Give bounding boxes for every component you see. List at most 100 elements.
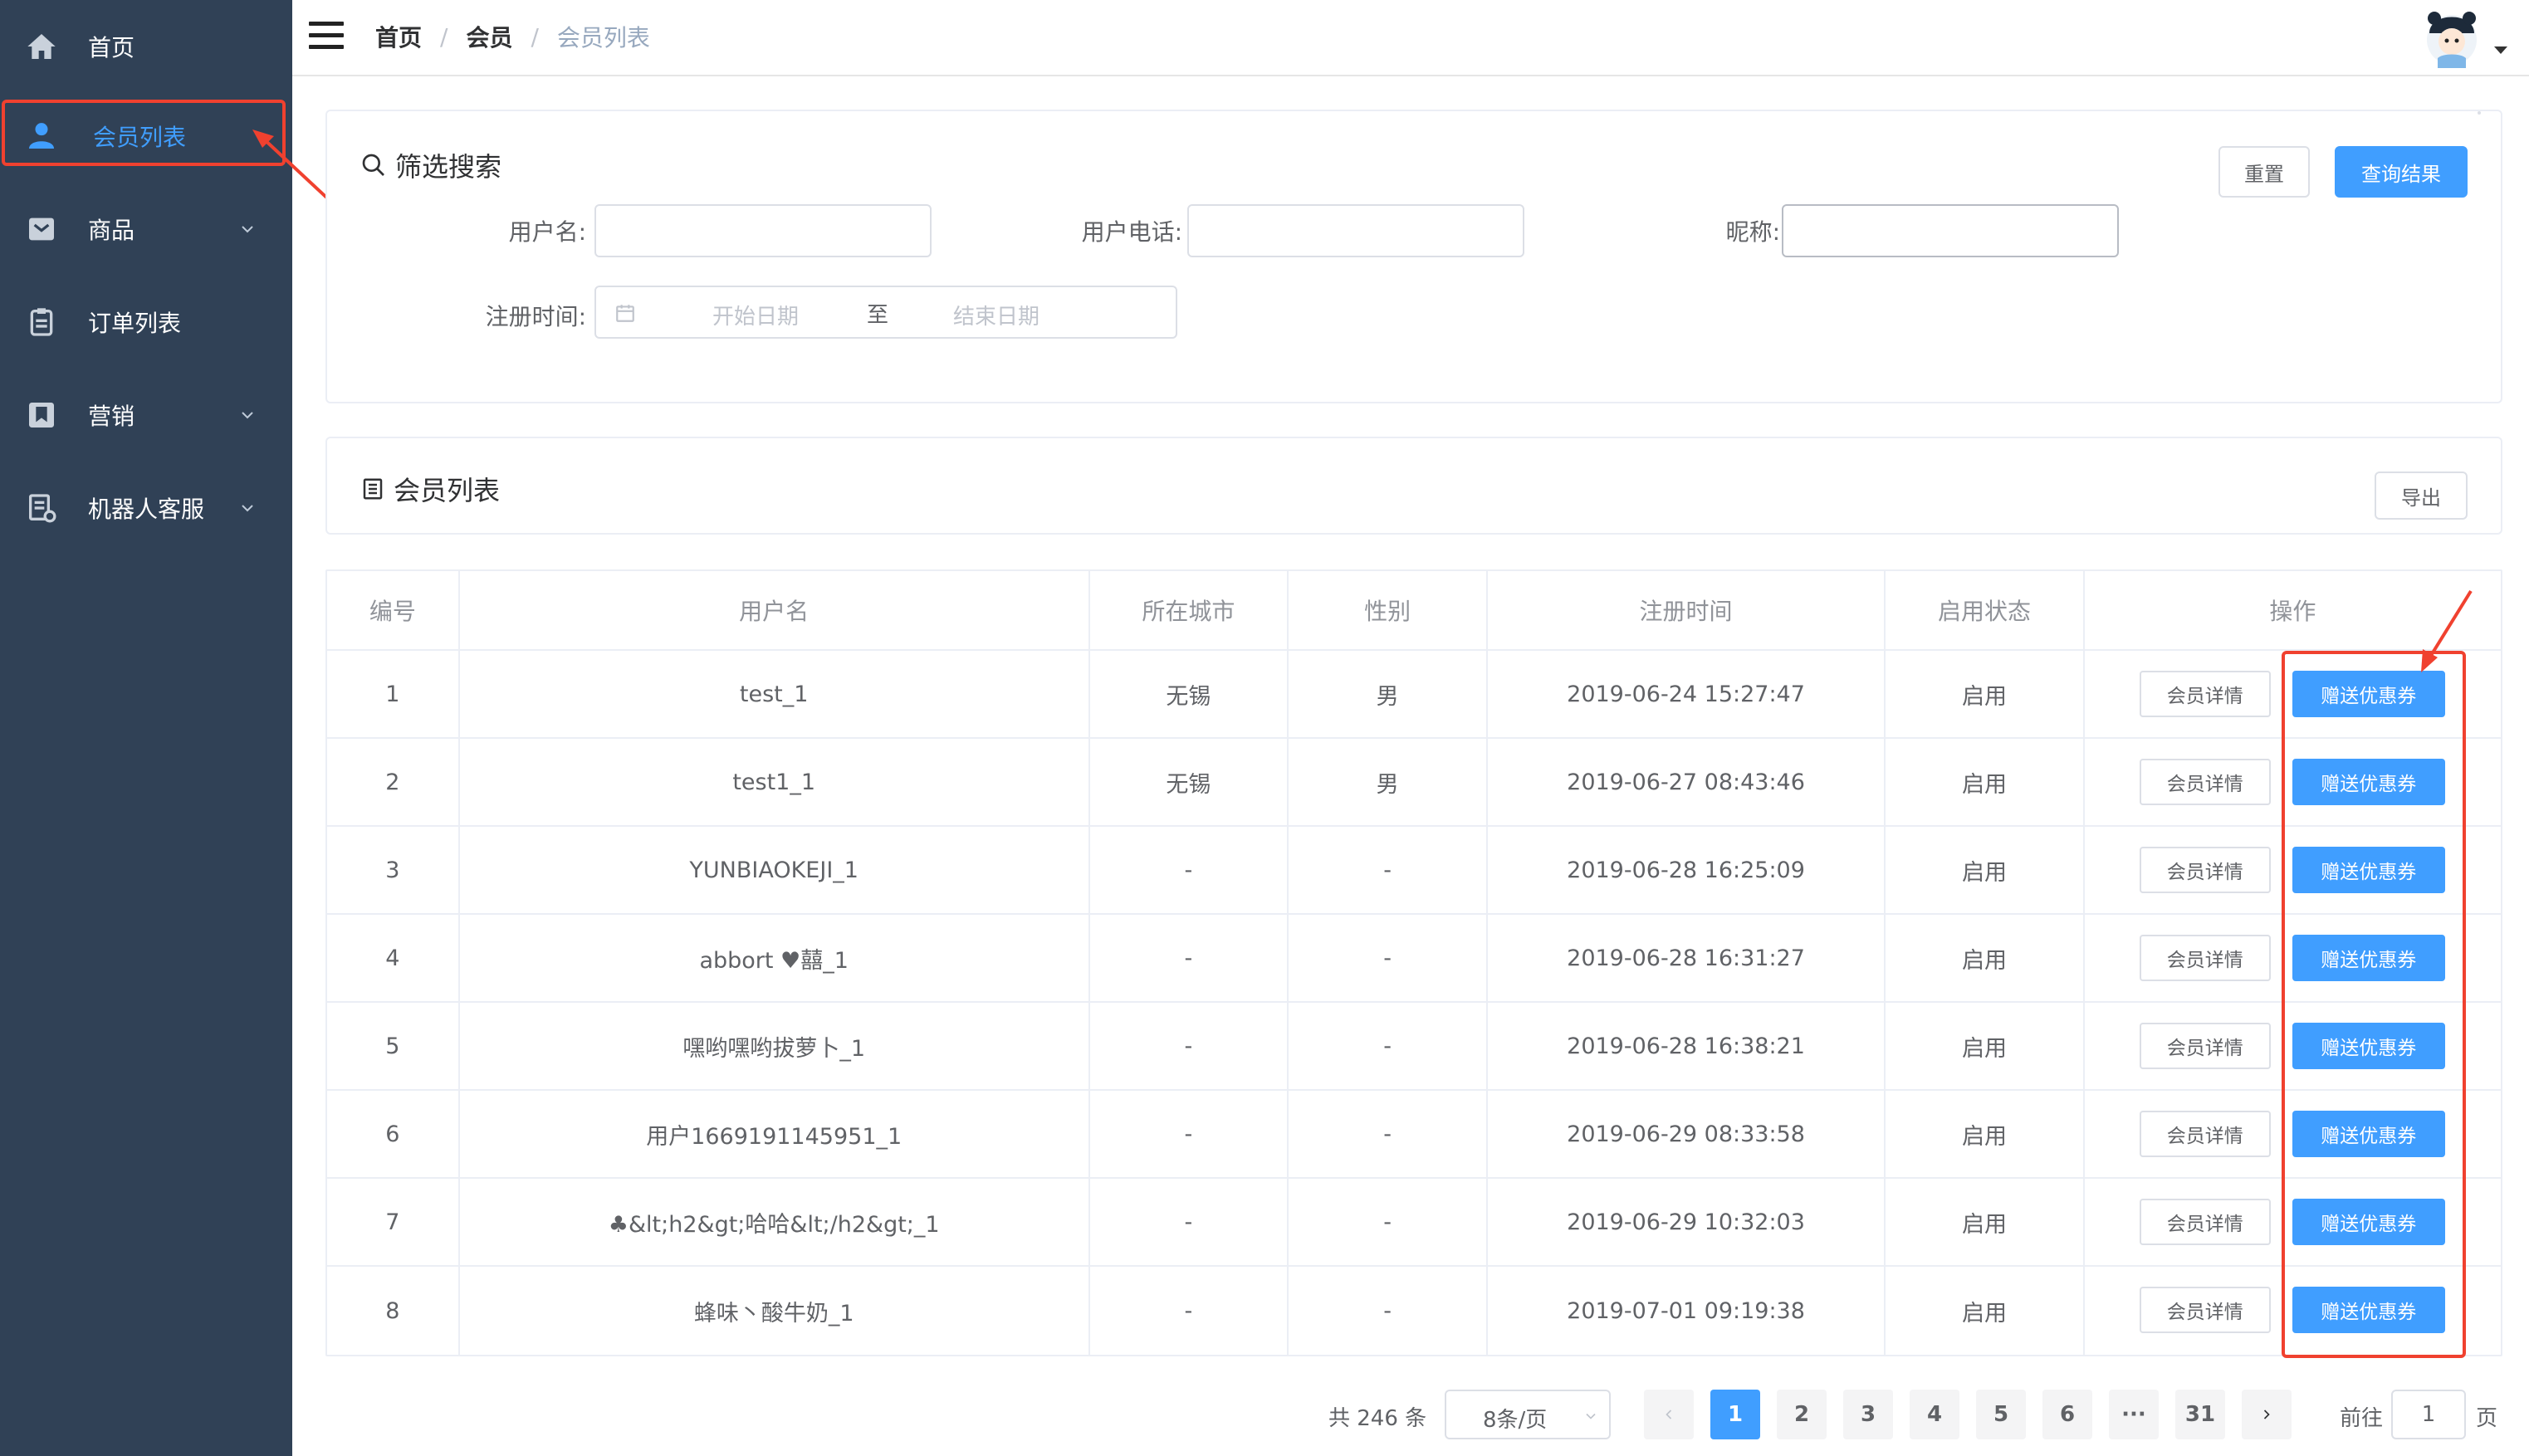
more-pages-button[interactable]: ··· <box>2109 1390 2159 1439</box>
cell-username: YUNBIAOKEJI_1 <box>460 827 1090 913</box>
avatar[interactable] <box>2418 3 2486 71</box>
caret-down-icon[interactable] <box>2494 46 2507 54</box>
annotation-highlight-box <box>2 100 286 166</box>
breadcrumb-separator: / <box>440 22 448 51</box>
cell-status: 启用 <box>1886 1179 2085 1265</box>
member-table: 编号 用户名 所在城市 性别 注册时间 启用状态 操作 1 test_1 无锡 … <box>325 569 2502 1356</box>
cell-city: - <box>1090 827 1289 913</box>
cell-status: 启用 <box>1886 1003 2085 1089</box>
member-detail-button[interactable]: 会员详情 <box>2139 1287 2271 1333</box>
list-title-text: 会员列表 <box>394 475 501 506</box>
column-header: 所在城市 <box>1090 571 1289 649</box>
calendar-icon <box>616 305 634 322</box>
inbox-icon <box>29 217 54 241</box>
page-button[interactable]: 4 <box>1910 1390 1959 1439</box>
cell-regtime: 2019-07-01 09:19:38 <box>1488 1267 1886 1355</box>
sidebar-item-label: 营销 <box>88 403 135 430</box>
cell-gender: - <box>1289 1179 1488 1265</box>
breadcrumb-separator: / <box>531 22 539 51</box>
sidebar-item-label: 机器人客服 <box>88 496 205 523</box>
page-button[interactable]: 1 <box>1710 1390 1760 1439</box>
cell-id: 6 <box>327 1091 460 1177</box>
next-page-button[interactable] <box>2242 1390 2292 1439</box>
table-row: 3 YUNBIAOKEJI_1 - - 2019-06-28 16:25:09 … <box>327 827 2501 915</box>
sidebar-item-label: 商品 <box>88 217 135 244</box>
sidebar-item-home[interactable]: 首页 <box>0 0 292 93</box>
page-button[interactable]: 6 <box>2042 1390 2092 1439</box>
breadcrumb-member[interactable]: 会员 <box>466 20 512 53</box>
goto-page-input[interactable]: 1 <box>2391 1390 2466 1439</box>
document-icon <box>29 494 56 523</box>
annotation-highlight-box <box>2282 651 2466 1358</box>
sidebar-item-orders[interactable]: 订单列表 <box>0 276 292 369</box>
regtime-label: 注册时间: <box>485 303 586 330</box>
query-button[interactable]: 查询结果 <box>2335 146 2468 198</box>
bookmark-icon <box>29 403 54 428</box>
cell-regtime: 2019-06-27 08:43:46 <box>1488 739 1886 825</box>
cell-status: 启用 <box>1886 1267 2085 1355</box>
end-date-placeholder[interactable]: 结束日期 <box>953 300 1039 330</box>
cell-regtime: 2019-06-29 08:33:58 <box>1488 1091 1886 1177</box>
page-button[interactable]: 31 <box>2175 1390 2225 1439</box>
start-date-placeholder[interactable]: 开始日期 <box>712 300 799 330</box>
username-input[interactable] <box>594 204 932 257</box>
page-size-value: 8条/页 <box>1483 1408 1548 1433</box>
sidebar-item-label: 首页 <box>88 34 135 61</box>
cell-id: 4 <box>327 915 460 1001</box>
breadcrumb-current: 会员列表 <box>556 24 650 51</box>
cell-regtime: 2019-06-28 16:25:09 <box>1488 827 1886 913</box>
sidebar-item-robot-service[interactable]: 机器人客服 <box>0 462 292 555</box>
home-icon <box>27 34 56 59</box>
phone-input[interactable] <box>1187 204 1524 257</box>
cell-regtime: 2019-06-29 10:32:03 <box>1488 1179 1886 1265</box>
cell-city: - <box>1090 1179 1289 1265</box>
page-button[interactable]: 5 <box>1976 1390 2026 1439</box>
hamburger-menu-icon[interactable] <box>309 22 344 51</box>
cell-id: 1 <box>327 651 460 737</box>
pagination-total: 共 246 条 <box>1328 1406 1427 1431</box>
member-detail-button[interactable]: 会员详情 <box>2139 1023 2271 1069</box>
top-bar: 首页 / 会员 / 会员列表 <box>292 0 2529 76</box>
export-button[interactable]: 导出 <box>2375 471 2468 520</box>
sidebar-item-label: 订单列表 <box>88 310 182 337</box>
cell-username: ♣&lt;h2&gt;哈哈&lt;/h2&gt;_1 <box>460 1179 1090 1265</box>
member-detail-button[interactable]: 会员详情 <box>2139 1199 2271 1245</box>
page-button[interactable]: 2 <box>1777 1390 1827 1439</box>
nickname-input[interactable] <box>1782 204 2119 257</box>
cell-username: test1_1 <box>460 739 1090 825</box>
page-size-select[interactable]: 8条/页 <box>1445 1390 1611 1439</box>
cell-id: 7 <box>327 1179 460 1265</box>
cell-gender: - <box>1289 915 1488 1001</box>
member-detail-button[interactable]: 会员详情 <box>2139 671 2271 717</box>
sidebar-item-products[interactable]: 商品 <box>0 183 292 276</box>
filter-title: 筛选搜索 <box>360 146 501 184</box>
prev-page-button[interactable] <box>1644 1390 1694 1439</box>
cell-username: 用户1669191145951_1 <box>460 1091 1090 1177</box>
table-row: 6 用户1669191145951_1 - - 2019-06-29 08:33… <box>327 1091 2501 1179</box>
member-detail-button[interactable]: 会员详情 <box>2139 759 2271 805</box>
cell-status: 启用 <box>1886 739 2085 825</box>
table-row: 8 蜂味丶酸牛奶_1 - - 2019-07-01 09:19:38 启用 会员… <box>327 1267 2501 1355</box>
column-header: 编号 <box>327 571 460 649</box>
breadcrumb-home[interactable]: 首页 <box>375 20 422 53</box>
reset-button[interactable] <box>2478 111 2481 115</box>
reset-button[interactable]: 重置 <box>2218 146 2310 198</box>
member-detail-button[interactable]: 会员详情 <box>2139 935 2271 981</box>
page-button[interactable]: 3 <box>1843 1390 1893 1439</box>
cell-status: 启用 <box>1886 1091 2085 1177</box>
cell-city: - <box>1090 1091 1289 1177</box>
cell-username: test_1 <box>460 651 1090 737</box>
sidebar-item-marketing[interactable]: 营销 <box>0 369 292 462</box>
table-row: 2 test1_1 无锡 男 2019-06-27 08:43:46 启用 会员… <box>327 739 2501 827</box>
member-detail-button[interactable]: 会员详情 <box>2139 1111 2271 1157</box>
table-row: 4 abbort ♥囍_1 - - 2019-06-28 16:31:27 启用… <box>327 915 2501 1003</box>
cell-city: 无锡 <box>1090 651 1289 737</box>
annotation-arrow-icon <box>2421 589 2473 672</box>
username-label: 用户名: <box>508 218 586 246</box>
member-detail-button[interactable]: 会员详情 <box>2139 847 2271 893</box>
column-header: 启用状态 <box>1886 571 2085 649</box>
date-range-picker[interactable]: 开始日期 至 结束日期 <box>594 286 1177 339</box>
cell-regtime: 2019-06-28 16:38:21 <box>1488 1003 1886 1089</box>
list-icon <box>363 478 383 500</box>
cell-city: - <box>1090 1267 1289 1355</box>
